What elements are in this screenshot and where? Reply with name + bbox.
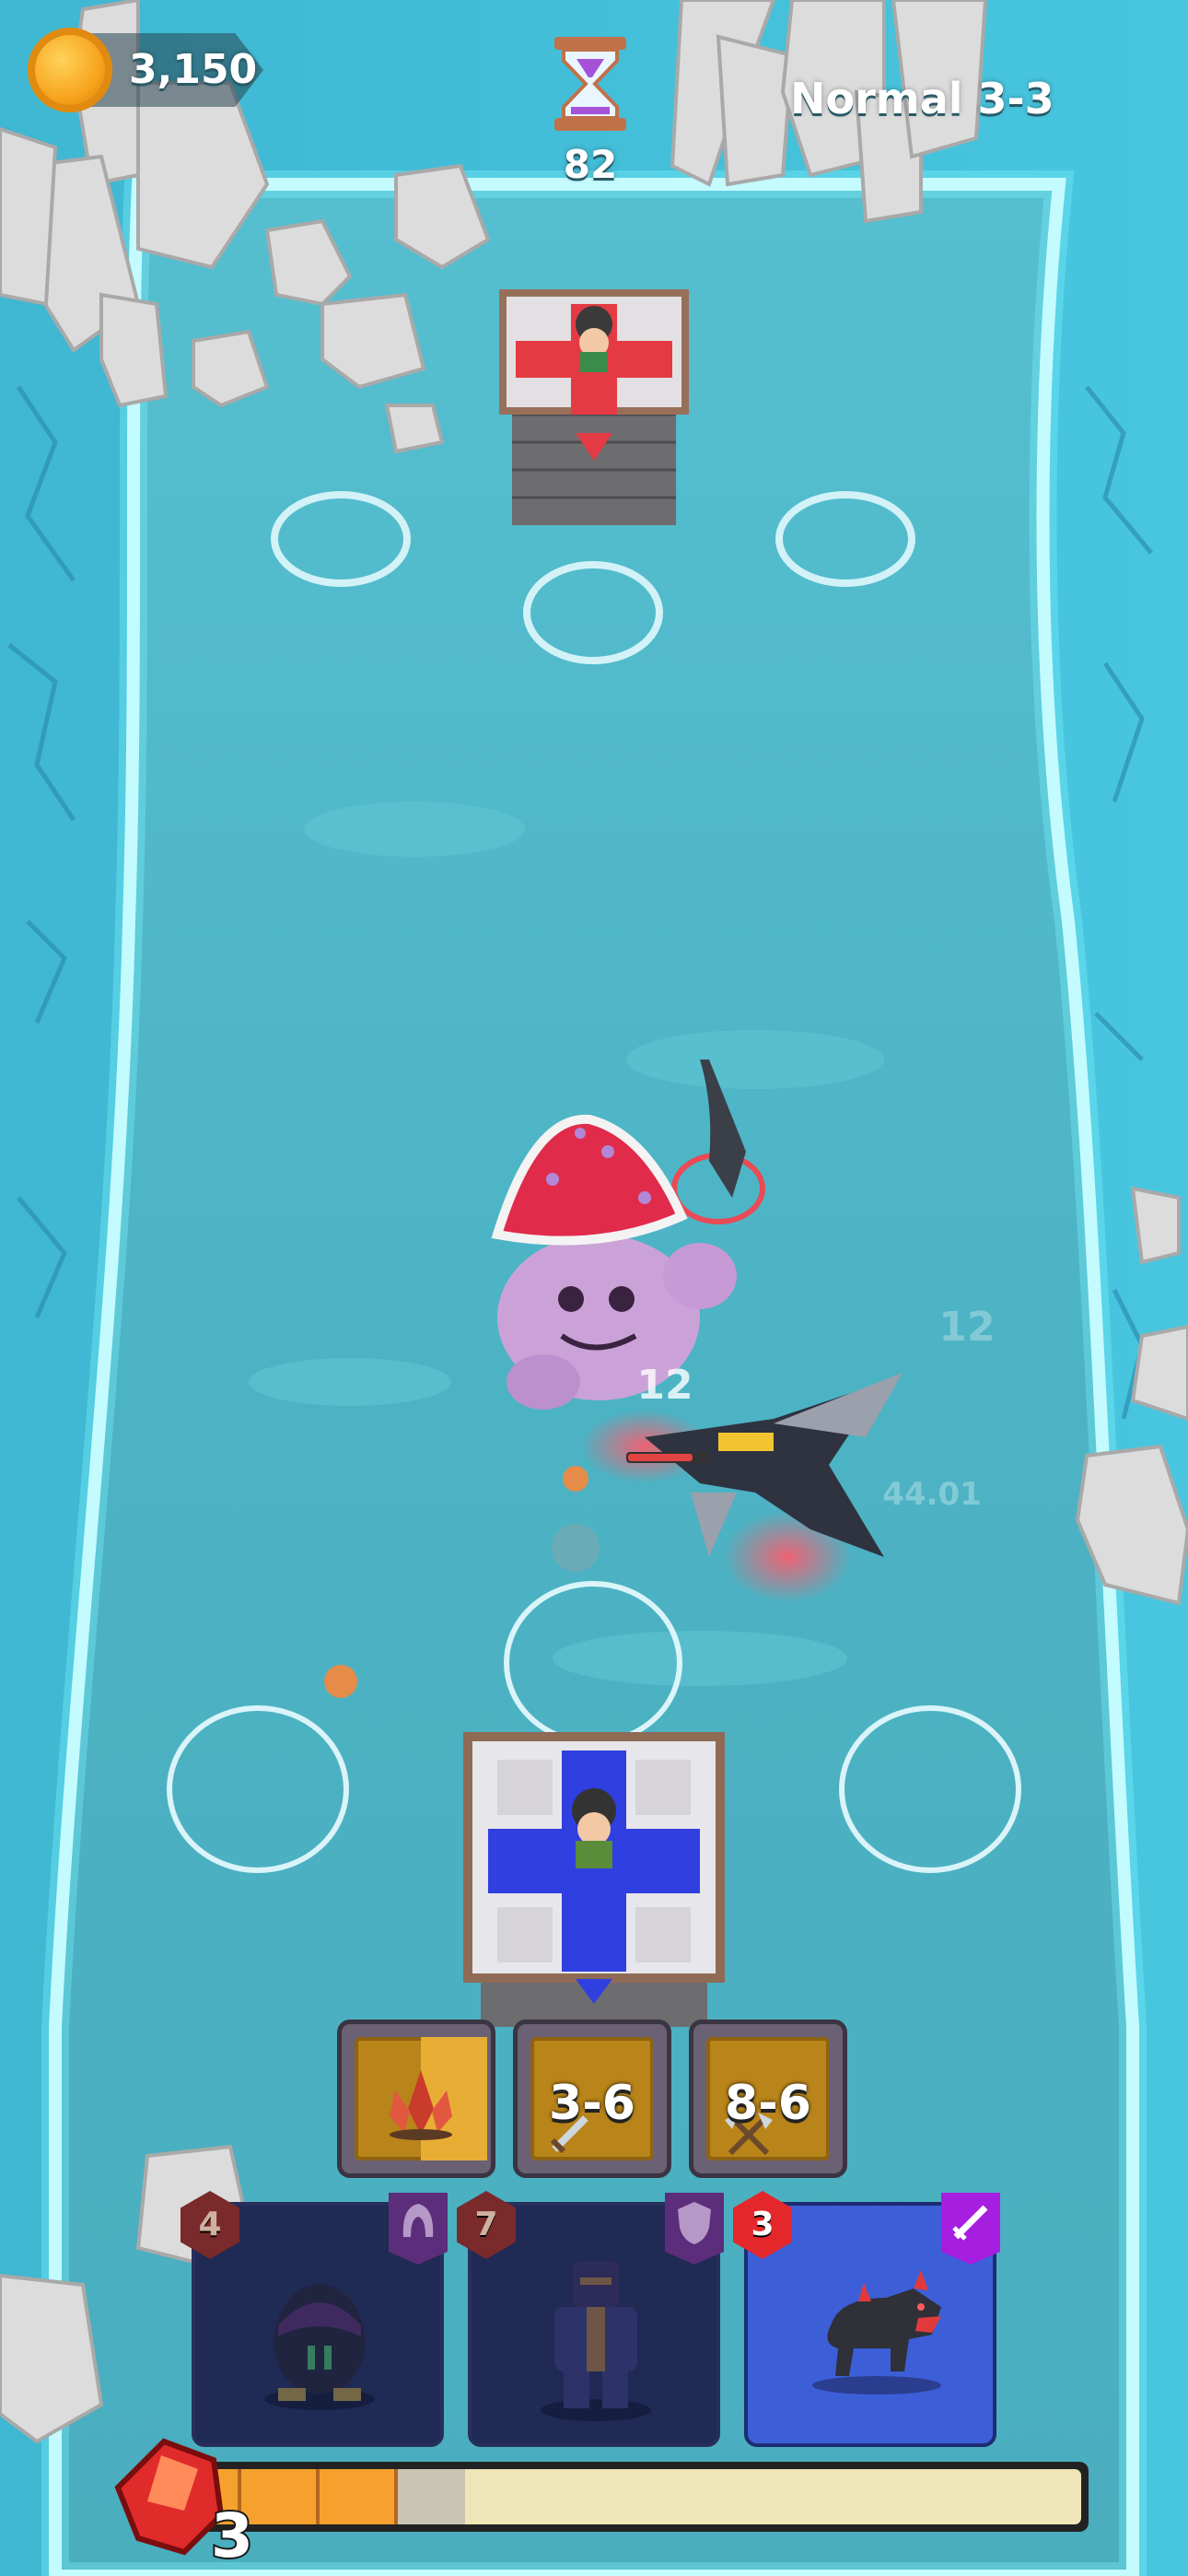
- player-tower: [463, 1732, 725, 2027]
- hood-icon: [389, 2193, 448, 2265]
- coin-icon: [28, 28, 112, 112]
- mana-count: 3: [211, 2500, 253, 2571]
- merge-slot-crystal[interactable]: [337, 2020, 495, 2178]
- slot-label: 8-6: [725, 2076, 811, 2131]
- level-label: Normal 3-3: [790, 74, 1054, 123]
- sword-icon: [941, 2193, 1000, 2265]
- sword-glyph: [952, 2205, 988, 2241]
- merge-slot-sword[interactable]: 3-6: [513, 2020, 671, 2178]
- enemy-tower: [499, 289, 689, 525]
- battlefield: 12 12 44.01 3: [0, 0, 1188, 2576]
- wolf-unit-icon: [812, 2270, 941, 2395]
- knight-unit-icon: [541, 2261, 651, 2421]
- damage-number: 12: [938, 1304, 995, 1351]
- crystal-shard-icon: [390, 2070, 452, 2140]
- merge-slot-axes[interactable]: 8-6: [689, 2020, 847, 2178]
- slot-label: 3-6: [549, 2076, 635, 2131]
- shield-glyph: [678, 2202, 711, 2244]
- coin-amount: 3,150: [129, 46, 258, 93]
- shield-icon: [665, 2193, 724, 2265]
- damage-number: 12: [636, 1362, 693, 1409]
- timer-value: 82: [563, 142, 618, 187]
- mana-bar: [138, 2462, 1089, 2532]
- damage-number: 44.01: [882, 1476, 982, 1513]
- hood-glyph: [402, 2204, 434, 2237]
- goblin-unit-icon: [264, 2284, 375, 2410]
- hourglass-icon: [554, 37, 626, 131]
